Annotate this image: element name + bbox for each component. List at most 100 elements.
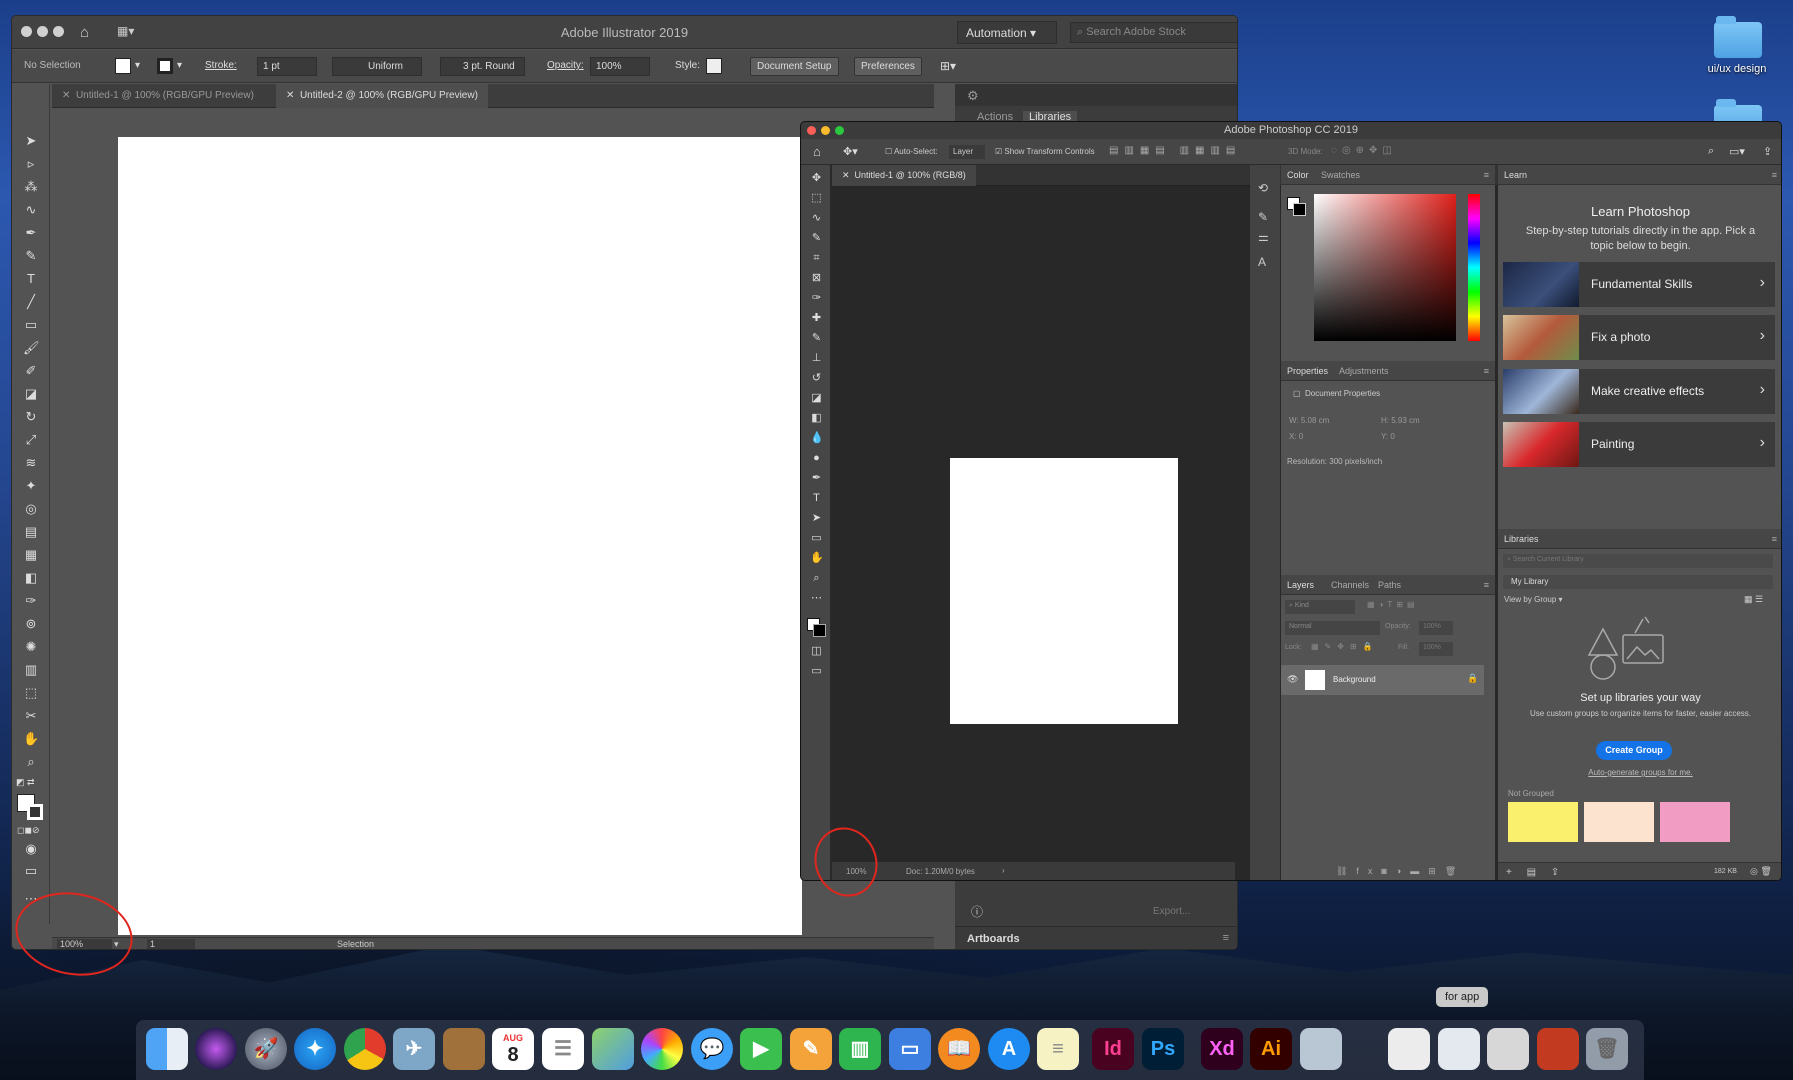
- folder-icon[interactable]: [1714, 16, 1762, 58]
- status-arrow-icon[interactable]: ›: [1002, 866, 1005, 875]
- drawing-mode-icon[interactable]: ◉: [23, 842, 39, 856]
- ps-doc-tab[interactable]: ✕ Untitled-1 @ 100% (RGB/8): [832, 165, 976, 186]
- artboard-navigation-field[interactable]: 1: [147, 939, 195, 949]
- pen-tool-icon[interactable]: ✒: [810, 472, 823, 484]
- lock-icons[interactable]: ▦✎✥⊞🔒: [1311, 642, 1379, 651]
- artboard-tool-icon[interactable]: ⬚: [23, 686, 39, 700]
- hand-tool-icon[interactable]: ✋: [810, 552, 824, 564]
- minimize-button[interactable]: [821, 126, 830, 135]
- library-search-input[interactable]: ⌕ Search Current Library: [1503, 554, 1773, 568]
- recent-doc-4-icon[interactable]: [1537, 1028, 1579, 1070]
- 3d-icons[interactable]: ◌◎⊕✥◫: [1331, 145, 1397, 156]
- photos-icon[interactable]: [641, 1028, 683, 1070]
- style-swatch[interactable]: [706, 58, 722, 74]
- panel-menu-icon[interactable]: ≡: [1223, 932, 1229, 944]
- tab-paths[interactable]: Paths: [1378, 580, 1401, 590]
- preview-icon[interactable]: ✈: [393, 1028, 435, 1070]
- curvature-tool-icon[interactable]: ✎: [23, 249, 39, 263]
- color-mode-icons[interactable]: ◻◼⊘: [17, 825, 39, 836]
- ai-artboard[interactable]: [118, 137, 802, 935]
- symbol-sprayer-icon[interactable]: ✺: [23, 640, 39, 654]
- slice-tool-icon[interactable]: ✂: [23, 709, 39, 723]
- lasso-tool-icon[interactable]: ∿: [810, 212, 823, 224]
- library-select[interactable]: My Library: [1503, 575, 1773, 589]
- rectangle-tool-icon[interactable]: ▭: [23, 318, 39, 332]
- scale-tool-icon[interactable]: ⤢: [23, 433, 39, 447]
- library-footer-icons[interactable]: + ▤ ⇪: [1506, 867, 1565, 878]
- more-tools-icon[interactable]: ⋯: [810, 592, 823, 604]
- stroke-dropdown-icon[interactable]: ▾: [177, 60, 182, 71]
- notes-icon[interactable]: ≡: [1037, 1028, 1079, 1070]
- stock-search-input[interactable]: ⌕ Search Adobe Stock: [1070, 22, 1237, 43]
- illustrator-icon[interactable]: Ai: [1250, 1028, 1292, 1070]
- shaper-tool-icon[interactable]: ✐: [23, 364, 39, 378]
- recent-doc-2-icon[interactable]: [1438, 1028, 1480, 1070]
- blend-tool-icon[interactable]: ⊚: [23, 617, 39, 631]
- character-icon[interactable]: A: [1258, 255, 1266, 269]
- safari-icon[interactable]: ✦: [294, 1028, 336, 1070]
- crop-tool-icon[interactable]: ⌗: [810, 252, 823, 264]
- screen-mode-icon[interactable]: ▭: [810, 665, 823, 677]
- library-swatch-peach[interactable]: [1584, 802, 1654, 842]
- selection-tool-icon[interactable]: ➤: [23, 134, 39, 148]
- create-group-button[interactable]: Create Group: [1596, 741, 1672, 760]
- transform-controls-checkbox[interactable]: ☑ Show Transform Controls: [995, 147, 1095, 156]
- pages-icon[interactable]: ✎: [790, 1028, 832, 1070]
- blend-mode-select[interactable]: Normal: [1285, 621, 1380, 635]
- search-icon[interactable]: ⌕: [1708, 145, 1714, 158]
- tab-layers[interactable]: Layers: [1287, 580, 1314, 590]
- tab-properties[interactable]: Properties: [1287, 366, 1328, 376]
- panel-icon[interactable]: ⚙: [967, 88, 979, 104]
- color-bg-swatch[interactable]: [1293, 203, 1306, 216]
- tab-adjustments[interactable]: Adjustments: [1339, 366, 1389, 376]
- messages-icon[interactable]: 💬: [691, 1028, 733, 1070]
- close-button[interactable]: [807, 126, 816, 135]
- tab-untitled-1[interactable]: ✕ Untitled-1 @ 100% (RGB/GPU Preview): [52, 84, 264, 108]
- type-tool-icon[interactable]: T: [810, 492, 823, 504]
- workspace-switcher[interactable]: Automation ▾: [957, 21, 1057, 44]
- panel-menu-icon[interactable]: ≡: [1484, 170, 1489, 180]
- fill-dropdown-icon[interactable]: ▾: [135, 60, 140, 71]
- app-store-icon[interactable]: A: [988, 1028, 1030, 1070]
- hue-slider[interactable]: [1468, 194, 1480, 341]
- learn-item-creative[interactable]: Make creative effects ›: [1503, 369, 1775, 414]
- ps-document[interactable]: [950, 458, 1178, 724]
- zoom-tool-icon[interactable]: ⌕: [810, 572, 823, 584]
- gradient-tool-icon[interactable]: ◧: [23, 571, 39, 585]
- panel-menu-icon[interactable]: ≡: [1484, 580, 1489, 590]
- frame-tool-icon[interactable]: ⊠: [810, 272, 823, 284]
- lock-icon[interactable]: 🔒: [1467, 673, 1478, 684]
- layer-footer-icons[interactable]: ⛓fx◙◑▬⊞🗑: [1336, 866, 1465, 877]
- magic-wand-icon[interactable]: ⁂: [23, 180, 39, 194]
- layer-row[interactable]: 👁 Background 🔒: [1281, 665, 1484, 695]
- move-tool-icon[interactable]: ✥▾: [843, 145, 858, 158]
- layer-select[interactable]: Layer: [949, 145, 985, 159]
- calendar-icon[interactable]: AUG 8: [492, 1028, 534, 1070]
- pen-tool-icon[interactable]: ✒: [23, 226, 39, 240]
- recent-doc-3-icon[interactable]: [1487, 1028, 1529, 1070]
- finder-icon[interactable]: [146, 1028, 188, 1070]
- variable-width-profile[interactable]: Uniform: [332, 57, 422, 76]
- learn-item-fundamental[interactable]: Fundamental Skills ›: [1503, 262, 1775, 307]
- eraser-tool-icon[interactable]: ◪: [810, 392, 823, 404]
- y-value[interactable]: Y: 0: [1381, 432, 1395, 441]
- chrome-icon[interactable]: [344, 1028, 386, 1070]
- share-icon[interactable]: ⇪: [1763, 145, 1772, 158]
- opacity-label[interactable]: Opacity:: [547, 60, 584, 71]
- tab-channels[interactable]: Channels: [1331, 580, 1369, 590]
- tab-learn[interactable]: Learn: [1504, 170, 1527, 180]
- paintbrush-tool-icon[interactable]: 🖌: [23, 341, 40, 355]
- default-colors-icon[interactable]: ◩ ⇄: [16, 777, 35, 788]
- layer-name[interactable]: Background: [1333, 675, 1376, 684]
- fill-field[interactable]: 100%: [1419, 642, 1453, 656]
- blur-tool-icon[interactable]: 💧: [810, 432, 824, 444]
- brush-tool-icon[interactable]: ✎: [810, 332, 823, 344]
- dodge-tool-icon[interactable]: ●: [810, 452, 823, 464]
- adjust-icon[interactable]: ⚌: [1258, 230, 1269, 244]
- siri-icon[interactable]: [195, 1028, 237, 1070]
- type-tool-icon[interactable]: T: [23, 272, 39, 286]
- sync-icon[interactable]: ◎ 🗑: [1750, 866, 1772, 877]
- marquee-tool-icon[interactable]: ⬚: [810, 192, 823, 204]
- shape-builder-icon[interactable]: ◎: [23, 502, 39, 516]
- library-swatch-pink[interactable]: [1660, 802, 1730, 842]
